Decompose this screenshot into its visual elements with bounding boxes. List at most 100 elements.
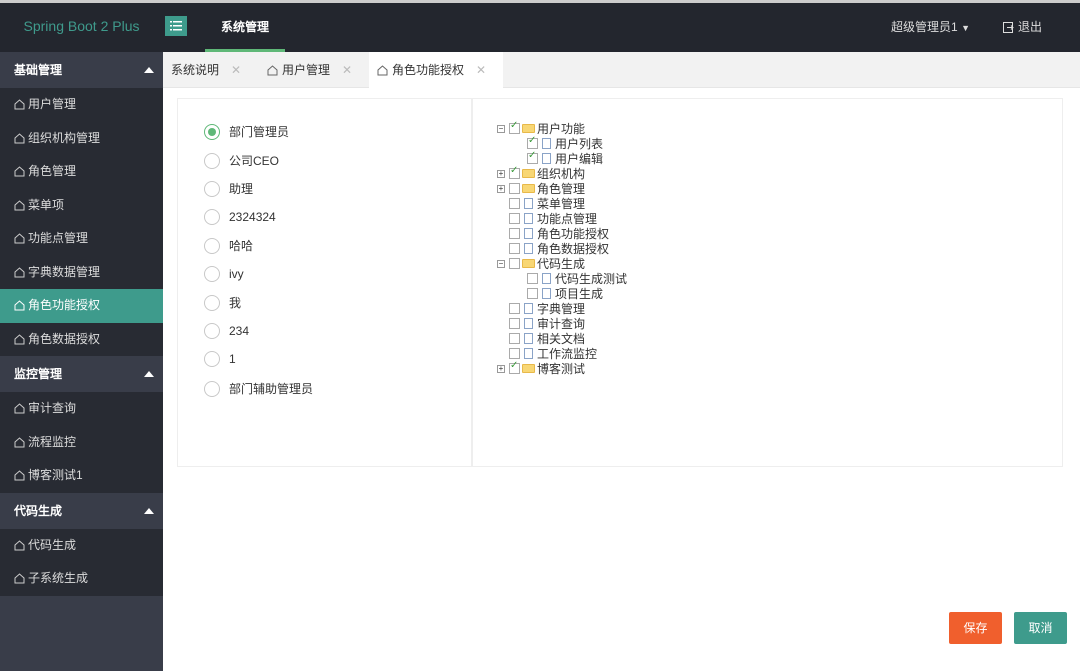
sidebar-item-role-data-auth[interactable]: 角色数据授权 bbox=[0, 323, 163, 357]
tree-checkbox[interactable] bbox=[509, 183, 520, 194]
sidebar-item-subsystem-generation[interactable]: 子系统生成 bbox=[0, 562, 163, 596]
tree-checkbox[interactable] bbox=[509, 318, 520, 329]
collapse-icon[interactable]: − bbox=[497, 259, 505, 268]
tree-node[interactable]: + 角色管理 bbox=[497, 181, 627, 196]
collapse-icon[interactable]: − bbox=[497, 124, 505, 133]
tab-user-management[interactable]: 用户管理 ✕ bbox=[259, 52, 360, 88]
home-icon bbox=[14, 540, 25, 551]
sidebar-group-title: 代码生成 bbox=[14, 503, 63, 518]
tree-node[interactable]: −用户功能 bbox=[497, 120, 627, 136]
role-radio-item[interactable]: 我 bbox=[204, 294, 241, 311]
radio-button[interactable] bbox=[204, 380, 220, 397]
sidebar-group-codegen[interactable]: 代码生成 bbox=[0, 492, 163, 529]
tree-checkbox[interactable] bbox=[509, 303, 520, 314]
tree-checkbox[interactable] bbox=[527, 150, 538, 164]
tree-node[interactable]: 项目生成 bbox=[497, 286, 627, 301]
sidebar-item-role-management[interactable]: 角色管理 bbox=[0, 155, 163, 189]
top-nav-system-management[interactable]: 系统管理 bbox=[205, 3, 285, 52]
sidebar-group-monitoring[interactable]: 监控管理 bbox=[0, 356, 163, 392]
tree-node[interactable]: 菜单管理 bbox=[497, 196, 627, 211]
radio-button[interactable] bbox=[204, 180, 220, 197]
tab-system-description[interactable]: 系统说明 ✕ bbox=[163, 52, 249, 88]
close-icon[interactable]: ✕ bbox=[476, 52, 486, 88]
radio-button[interactable] bbox=[204, 266, 220, 282]
close-icon[interactable]: ✕ bbox=[231, 52, 241, 88]
folder-icon bbox=[522, 364, 535, 373]
tree-node[interactable]: + 博客测试 bbox=[497, 360, 627, 376]
tree-checkbox[interactable] bbox=[509, 120, 520, 134]
tree-checkbox[interactable] bbox=[509, 348, 520, 359]
home-icon bbox=[267, 64, 278, 75]
radio-button[interactable] bbox=[204, 294, 220, 311]
sidebar-group-basic[interactable]: 基础管理 bbox=[0, 52, 163, 88]
tree-checkbox[interactable] bbox=[527, 135, 538, 149]
role-radio-item[interactable]: 部门管理员 bbox=[204, 123, 289, 140]
expand-icon[interactable]: + bbox=[497, 169, 505, 178]
tree-node[interactable]: 用户编辑 bbox=[497, 150, 627, 166]
sidebar-item-role-function-auth[interactable]: 角色功能授权 bbox=[0, 289, 163, 323]
tree-checkbox[interactable] bbox=[509, 258, 520, 269]
tree-node[interactable]: 角色功能授权 bbox=[497, 226, 627, 241]
tree-checkbox[interactable] bbox=[509, 243, 520, 254]
tree-node[interactable]: 角色数据授权 bbox=[497, 241, 627, 256]
home-icon bbox=[14, 403, 25, 414]
radio-button[interactable] bbox=[204, 237, 220, 254]
tab-role-function-auth[interactable]: 角色功能授权 ✕ bbox=[369, 52, 503, 88]
close-icon[interactable]: ✕ bbox=[342, 52, 352, 88]
home-icon bbox=[14, 300, 25, 311]
sidebar-item-dictionary[interactable]: 字典数据管理 bbox=[0, 256, 163, 290]
tree-node[interactable]: − 代码生成 bbox=[497, 256, 627, 271]
radio-button[interactable] bbox=[204, 209, 220, 225]
expand-icon[interactable]: + bbox=[497, 184, 505, 193]
file-icon bbox=[542, 138, 551, 149]
role-radio-item[interactable]: ivy bbox=[204, 266, 244, 282]
sidebar-item-audit-query[interactable]: 审计查询 bbox=[0, 392, 163, 426]
tree-node[interactable]: 审计查询 bbox=[497, 316, 627, 331]
expand-icon[interactable]: + bbox=[497, 364, 505, 373]
tree-checkbox[interactable] bbox=[509, 198, 520, 209]
collapse-arrow-icon bbox=[144, 67, 154, 73]
file-icon bbox=[524, 243, 533, 254]
logout-button[interactable]: 退出 bbox=[1002, 3, 1042, 52]
sidebar-item-blog-test[interactable]: 博客测试1 bbox=[0, 459, 163, 493]
sidebar-item-workflow-monitor[interactable]: 流程监控 bbox=[0, 426, 163, 460]
radio-button[interactable] bbox=[204, 323, 220, 339]
sidebar-item-function-points[interactable]: 功能点管理 bbox=[0, 222, 163, 256]
radio-button[interactable] bbox=[204, 152, 220, 169]
role-radio-item[interactable]: 2324324 bbox=[204, 209, 276, 225]
cancel-button[interactable]: 取消 bbox=[1014, 612, 1067, 644]
tree-node[interactable]: 功能点管理 bbox=[497, 211, 627, 226]
user-menu[interactable]: 超级管理员1 ▼ bbox=[891, 3, 970, 53]
tree-node[interactable]: 用户列表 bbox=[497, 135, 627, 151]
folder-icon bbox=[522, 169, 535, 178]
role-radio-item[interactable]: 234 bbox=[204, 323, 249, 339]
radio-button[interactable] bbox=[204, 351, 220, 367]
tree-node[interactable]: 代码生成测试 bbox=[497, 271, 627, 286]
save-button[interactable]: 保存 bbox=[949, 612, 1002, 644]
role-radio-item[interactable]: 1 bbox=[204, 351, 236, 367]
tree-checkbox[interactable] bbox=[509, 333, 520, 344]
tree-checkbox[interactable] bbox=[527, 288, 538, 299]
file-icon bbox=[542, 153, 551, 164]
sidebar-item-org-management[interactable]: 组织机构管理 bbox=[0, 122, 163, 156]
tree-node[interactable]: 相关文档 bbox=[497, 331, 627, 346]
sidebar-item-code-generation[interactable]: 代码生成 bbox=[0, 529, 163, 563]
tree-node[interactable]: 字典管理 bbox=[497, 301, 627, 316]
radio-button[interactable] bbox=[204, 123, 220, 140]
tree-node[interactable]: 工作流监控 bbox=[497, 346, 627, 361]
tree-checkbox[interactable] bbox=[527, 273, 538, 284]
tree-node[interactable]: +组织机构 bbox=[497, 165, 627, 181]
tree-checkbox[interactable] bbox=[509, 165, 520, 179]
file-icon bbox=[524, 228, 533, 239]
role-radio-item[interactable]: 公司CEO bbox=[204, 152, 279, 169]
role-radio-item[interactable]: 助理 bbox=[204, 180, 253, 197]
sidebar-item-user-management[interactable]: 用户管理 bbox=[0, 88, 163, 122]
tree-checkbox[interactable] bbox=[509, 360, 520, 374]
sidebar-group-title: 监控管理 bbox=[14, 367, 63, 381]
role-radio-item[interactable]: 哈哈 bbox=[204, 237, 253, 254]
tree-checkbox[interactable] bbox=[509, 213, 520, 224]
role-radio-item[interactable]: 部门辅助管理员 bbox=[204, 380, 313, 397]
menu-toggle-button[interactable] bbox=[165, 16, 187, 36]
tree-checkbox[interactable] bbox=[509, 228, 520, 239]
sidebar-item-menu-items[interactable]: 菜单项 bbox=[0, 189, 163, 223]
